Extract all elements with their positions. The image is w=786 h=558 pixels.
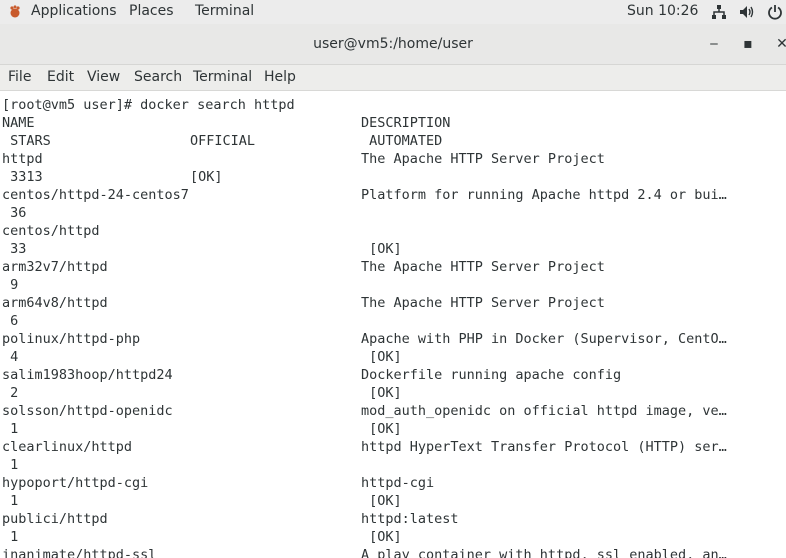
terminal-name-cell: 3313 (2, 169, 43, 185)
terminal-name-cell: publici/httpd (2, 511, 108, 527)
volume-icon[interactable] (739, 4, 755, 20)
window-title-bar[interactable]: user@vm5:/home/user ‒ ▪ ✕ (0, 24, 786, 65)
terminal-description-cell: httpd:latest (361, 511, 459, 527)
terminal-name-cell: solsson/httpd-openidc (2, 403, 173, 419)
terminal-description-cell: httpd-cgi (361, 475, 435, 491)
maximize-button[interactable]: ▪ (740, 36, 756, 52)
applications-menu[interactable]: Applications (31, 3, 117, 19)
terminal-line: 1 [OK] (0, 528, 786, 546)
terminal-name-cell: 9 (2, 277, 19, 293)
terminal-line: salim1983hoop/httpd24 Dockerfile running … (0, 366, 786, 384)
terminal-output[interactable]: [root@vm5 user]# docker search httpd NAME… (0, 91, 786, 558)
terminal-name-cell: inanimate/httpd-ssl (2, 547, 157, 558)
terminal-name-cell: 2 (2, 385, 19, 401)
network-icon[interactable] (711, 4, 727, 20)
terminal-line: centos/httpd (0, 222, 786, 240)
terminal-name-cell: 36 (2, 205, 27, 221)
terminal-line: polinux/httpd-php Apache with PHP in Dock… (0, 330, 786, 348)
menu-view[interactable]: View (87, 69, 120, 85)
terminal-line: 3313 [OK] (0, 168, 786, 186)
terminal-name-cell: 1 (2, 421, 19, 437)
terminal-name-cell: STARS (2, 133, 51, 149)
terminal-name-cell: 33 (2, 241, 27, 257)
clock[interactable]: Sun 10:26 (627, 3, 698, 19)
terminal-line: NAME DESCRIPTION (0, 114, 786, 132)
terminal-line: 4 [OK] (0, 348, 786, 366)
terminal-line: solsson/httpd-openidc mod_auth_openidc on… (0, 402, 786, 420)
terminal-line: 1 [OK] (0, 420, 786, 438)
menu-terminal[interactable]: Terminal (193, 69, 252, 85)
terminal-description-cell: mod_auth_openidc on official httpd image… (361, 403, 727, 419)
power-icon[interactable] (767, 4, 783, 20)
terminal-description-cell: A play container with httpd, ssl enabled… (361, 547, 727, 558)
terminal-description-cell: [OK] (361, 349, 402, 365)
terminal-name-cell: 1 (2, 529, 19, 545)
terminal-description-cell: [OK] (361, 493, 402, 509)
terminal-description-cell: Platform for running Apache httpd 2.4 or… (361, 187, 727, 203)
terminal-description-cell: [OK] (361, 241, 402, 257)
command-line: [root@vm5 user]# docker search httpd (0, 96, 786, 114)
terminal-name-cell: polinux/httpd-php (2, 331, 141, 347)
terminal-name-cell: 1 (2, 493, 19, 509)
terminal-description-cell: [OK] (361, 421, 402, 437)
menu-search[interactable]: Search (134, 69, 182, 85)
terminal-app-menu[interactable]: Terminal (195, 3, 254, 19)
terminal-description-cell: Apache with PHP in Docker (Supervisor, C… (361, 331, 727, 347)
terminal-line: arm64v8/httpd The Apache HTTP Server Proj… (0, 294, 786, 312)
terminal-official-cell: [OK] (190, 169, 223, 185)
terminal-description-cell: httpd HyperText Transfer Protocol (HTTP)… (361, 439, 727, 455)
terminal-description-cell: Dockerfile running apache config (361, 367, 622, 383)
terminal-name-cell: clearlinux/httpd (2, 439, 133, 455)
terminal-line: arm32v7/httpd The Apache HTTP Server Proj… (0, 258, 786, 276)
terminal-description-cell: The Apache HTTP Server Project (361, 151, 605, 167)
terminal-line: 1 (0, 456, 786, 474)
terminal-name-cell: salim1983hoop/httpd24 (2, 367, 173, 383)
terminal-name-cell: arm32v7/httpd (2, 259, 108, 275)
terminal-line: 33 [OK] (0, 240, 786, 258)
terminal-line: hypoport/httpd-cgi httpd-cgi (0, 474, 786, 492)
menu-edit[interactable]: Edit (47, 69, 74, 85)
terminal-line: 6 (0, 312, 786, 330)
terminal-line: inanimate/httpd-ssl A play container with… (0, 546, 786, 558)
places-menu[interactable]: Places (129, 3, 174, 19)
terminal-description-cell: The Apache HTTP Server Project (361, 295, 605, 311)
terminal-name-cell: centos/httpd-24-centos7 (2, 187, 189, 203)
terminal-official-cell: OFFICIAL (190, 133, 256, 149)
terminal-description-cell: [OK] (361, 385, 402, 401)
menu-help[interactable]: Help (264, 69, 296, 85)
terminal-name-cell: hypoport/httpd-cgi (2, 475, 149, 491)
minimize-button[interactable]: ‒ (706, 36, 722, 52)
terminal-line: STARS OFFICIAL AUTOMATED (0, 132, 786, 150)
terminal-line: 36 (0, 204, 786, 222)
terminal-line: publici/httpd httpd:latest (0, 510, 786, 528)
terminal-line: 2 [OK] (0, 384, 786, 402)
menu-bar: File Edit View Search Terminal Help (0, 65, 786, 91)
applications-icon (10, 5, 20, 18)
terminal-name-cell: 6 (2, 313, 19, 329)
terminal-name-cell: 1 (2, 457, 19, 473)
terminal-name-cell: centos/httpd (2, 223, 100, 239)
menu-file[interactable]: File (8, 69, 31, 85)
terminal-line: centos/httpd-24-centos7 Platform for runn… (0, 186, 786, 204)
terminal-name-cell: httpd (2, 151, 43, 167)
top-bar: Applications Places Terminal Sun 10:26 (0, 0, 786, 24)
terminal-line: 1 [OK] (0, 492, 786, 510)
terminal-line: clearlinux/httpd httpd HyperText Transfer… (0, 438, 786, 456)
close-button[interactable]: ✕ (774, 36, 786, 52)
terminal-line: httpd The Apache HTTP Server Project (0, 150, 786, 168)
terminal-name-cell: [root@vm5 user]# docker search httpd (2, 97, 295, 113)
terminal-line: 9 (0, 276, 786, 294)
terminal-description-cell: The Apache HTTP Server Project (361, 259, 605, 275)
terminal-description-cell: DESCRIPTION (361, 115, 451, 131)
window-title: user@vm5:/home/user (313, 36, 473, 52)
terminal-name-cell: NAME (2, 115, 35, 131)
terminal-description-cell: AUTOMATED (361, 133, 443, 149)
terminal-description-cell: [OK] (361, 529, 402, 545)
terminal-name-cell: arm64v8/httpd (2, 295, 108, 311)
terminal-name-cell: 4 (2, 349, 19, 365)
